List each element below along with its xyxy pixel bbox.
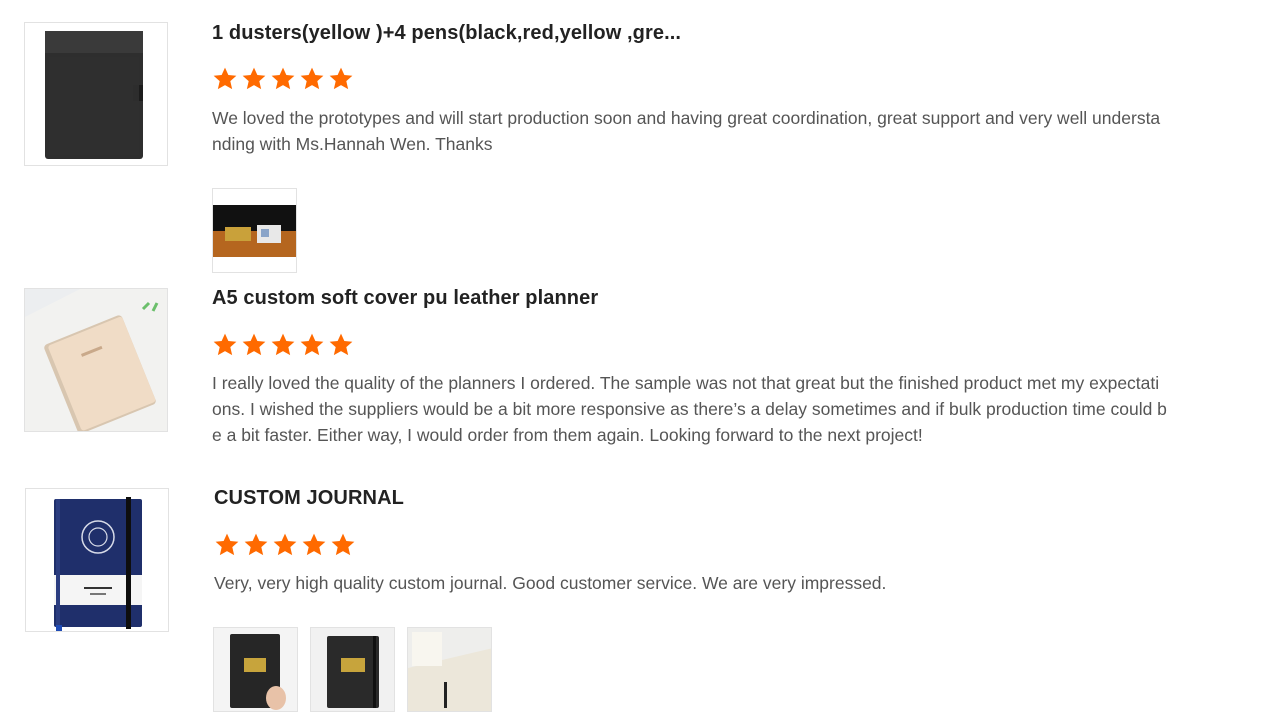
star-icon bbox=[215, 533, 239, 556]
review-title: 1 dusters(yellow )+4 pens(black,red,yell… bbox=[212, 22, 682, 44]
star-icon bbox=[273, 533, 297, 556]
star-icon bbox=[271, 333, 295, 356]
star-rating bbox=[212, 66, 354, 92]
star-icon bbox=[300, 333, 324, 356]
star-icon bbox=[331, 533, 355, 556]
star-icon bbox=[213, 333, 237, 356]
star-rating bbox=[212, 332, 354, 358]
review-photos bbox=[212, 188, 297, 273]
star-icon bbox=[302, 533, 326, 556]
star-rating bbox=[214, 532, 356, 558]
review-photo[interactable] bbox=[310, 627, 395, 712]
review-title: A5 custom soft cover pu leather planner bbox=[212, 287, 599, 309]
review-photos bbox=[213, 627, 492, 712]
review-text: Very, very high quality custom journal. … bbox=[214, 573, 887, 593]
star-icon bbox=[271, 67, 295, 90]
star-icon bbox=[244, 533, 268, 556]
review-photo[interactable] bbox=[213, 627, 298, 712]
star-icon bbox=[242, 67, 266, 90]
review-text: I really loved the quality of the planne… bbox=[212, 373, 1167, 445]
star-icon bbox=[329, 67, 353, 90]
star-icon bbox=[300, 67, 324, 90]
product-thumbnail[interactable] bbox=[24, 288, 168, 432]
product-thumbnail[interactable] bbox=[24, 22, 168, 166]
star-icon bbox=[242, 333, 266, 356]
star-icon bbox=[213, 67, 237, 90]
product-thumbnail[interactable] bbox=[25, 488, 169, 632]
review-text: We loved the prototypes and will start p… bbox=[212, 108, 1161, 154]
review-title: CUSTOM JOURNAL bbox=[214, 487, 404, 509]
review-photo[interactable] bbox=[407, 627, 492, 712]
review-photo[interactable] bbox=[212, 188, 297, 273]
star-icon bbox=[329, 333, 353, 356]
